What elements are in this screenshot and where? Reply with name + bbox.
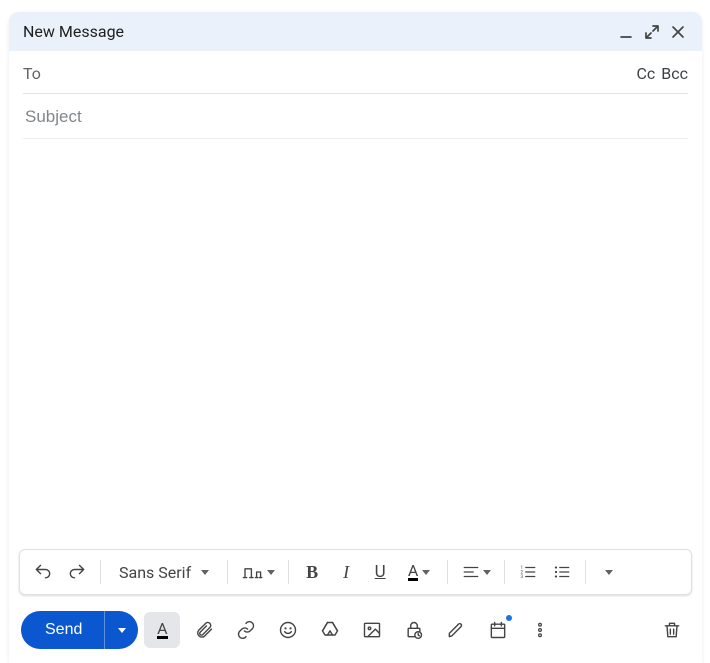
caret-down-icon	[267, 570, 275, 575]
separator	[227, 560, 228, 584]
attach-file-button[interactable]	[186, 612, 222, 648]
svg-text:3: 3	[521, 574, 524, 580]
separator	[288, 560, 289, 584]
bcc-button[interactable]: Bcc	[661, 64, 688, 83]
insert-emoji-button[interactable]	[270, 612, 306, 648]
caret-down-icon	[483, 570, 491, 575]
italic-button[interactable]: I	[331, 556, 361, 588]
subject-row	[23, 94, 688, 139]
align-button[interactable]	[456, 556, 496, 588]
recipients-row[interactable]: To Cc Bcc	[23, 51, 688, 94]
caret-down-icon	[118, 628, 126, 633]
to-label: To	[23, 64, 41, 83]
underline-button[interactable]: U	[365, 556, 395, 588]
caret-down-icon	[605, 570, 613, 575]
separator	[504, 560, 505, 584]
separator	[100, 560, 101, 584]
send-group: Send	[21, 611, 138, 649]
window-title: New Message	[23, 22, 124, 41]
insert-link-button[interactable]	[228, 612, 264, 648]
formatting-options-button[interactable]: A	[144, 612, 180, 648]
fullscreen-button[interactable]	[642, 25, 662, 39]
confidential-mode-button[interactable]	[396, 612, 432, 648]
discard-draft-button[interactable]	[654, 612, 690, 648]
undo-button[interactable]	[28, 556, 58, 588]
separator	[447, 560, 448, 584]
schedule-button[interactable]	[480, 612, 516, 648]
caret-down-icon	[422, 570, 430, 575]
subject-input[interactable]	[23, 106, 688, 128]
message-body[interactable]	[9, 139, 702, 549]
close-button[interactable]	[668, 25, 688, 39]
more-options-button[interactable]	[522, 612, 558, 648]
separator	[585, 560, 586, 584]
formatting-toolbar: Sans Serif B I U A 123	[19, 549, 692, 595]
font-size-button[interactable]	[236, 556, 280, 588]
cc-button[interactable]: Cc	[636, 64, 655, 83]
numbered-list-button[interactable]: 123	[513, 556, 543, 588]
insert-drive-button[interactable]	[312, 612, 348, 648]
send-options-button[interactable]	[104, 611, 138, 649]
send-button[interactable]: Send	[21, 611, 104, 649]
to-input[interactable]	[51, 63, 631, 83]
compose-window: New Message To Cc Bcc	[9, 12, 702, 663]
insert-photo-button[interactable]	[354, 612, 390, 648]
redo-button[interactable]	[62, 556, 92, 588]
notification-dot-icon	[506, 615, 512, 621]
insert-signature-button[interactable]	[438, 612, 474, 648]
bold-button[interactable]: B	[297, 556, 327, 588]
titlebar: New Message	[9, 12, 702, 51]
more-formatting-button[interactable]	[594, 556, 624, 588]
font-label: Sans Serif	[119, 563, 191, 582]
font-dropdown[interactable]: Sans Serif	[109, 556, 219, 588]
bulleted-list-button[interactable]	[547, 556, 577, 588]
fields: To Cc Bcc	[9, 51, 702, 139]
minimize-button[interactable]	[616, 25, 636, 39]
bottom-toolbar: Send A	[9, 603, 702, 663]
background-partial	[0, 0, 8, 663]
text-color-button[interactable]: A	[399, 556, 439, 588]
caret-down-icon	[201, 570, 209, 575]
